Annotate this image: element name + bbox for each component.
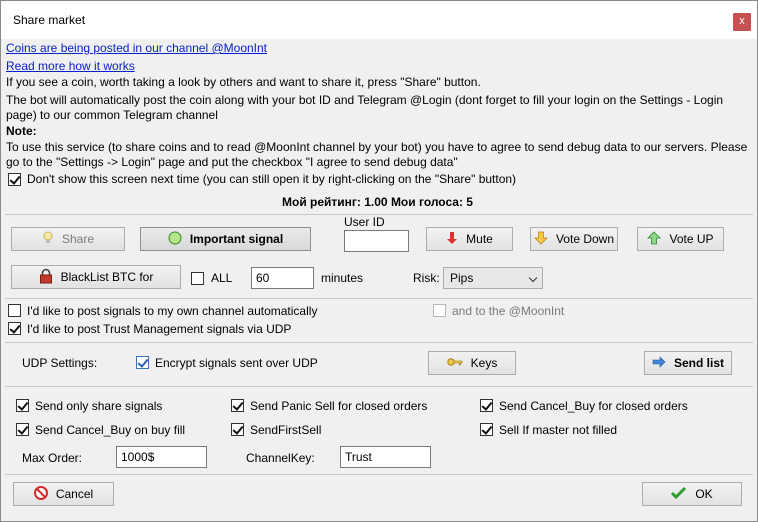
divider bbox=[5, 342, 753, 343]
bulb-icon bbox=[42, 231, 54, 248]
blacklist-label: BlackList BTC for bbox=[60, 270, 154, 284]
encrypt-checkbox[interactable] bbox=[136, 356, 149, 369]
share-label: Share bbox=[61, 232, 95, 246]
keys-label: Keys bbox=[470, 356, 498, 370]
green-circle-icon bbox=[168, 231, 182, 248]
vote-up-button[interactable]: Vote UP bbox=[637, 227, 724, 251]
key-icon bbox=[446, 356, 463, 371]
note-line-1: To use this service (to share coins and … bbox=[6, 140, 748, 154]
vote-up-label: Vote UP bbox=[669, 232, 714, 246]
arrow-down-yellow-icon bbox=[534, 231, 548, 248]
user-id-label: User ID bbox=[344, 215, 385, 229]
own-channel-label: I'd like to post signals to my own chann… bbox=[27, 304, 318, 318]
first-sell-checkbox[interactable] bbox=[231, 423, 244, 436]
max-order-input[interactable] bbox=[116, 446, 207, 468]
moonint-checkbox[interactable] bbox=[433, 304, 446, 317]
channel-key-input[interactable] bbox=[340, 446, 431, 468]
panic-sell-label: Send Panic Sell for closed orders bbox=[250, 399, 428, 413]
cancel-buy-fill-checkbox[interactable] bbox=[16, 423, 29, 436]
mute-button[interactable]: Mute bbox=[426, 227, 513, 251]
dont-show-checkbox[interactable] bbox=[8, 173, 21, 186]
vote-down-label: Vote Down bbox=[555, 232, 615, 246]
check-icon bbox=[671, 486, 687, 503]
divider bbox=[5, 474, 753, 475]
cancel-buy-fill-label: Send Cancel_Buy on buy fill bbox=[35, 423, 186, 437]
share-button[interactable]: Share bbox=[11, 227, 125, 251]
risk-select[interactable]: Pips bbox=[443, 267, 543, 289]
moonint-label: and to the @MoonInt bbox=[452, 304, 565, 318]
title-bar: Share market x bbox=[1, 1, 757, 39]
all-checkbox[interactable] bbox=[191, 272, 204, 285]
rating-text: Мой рейтинг: 1.00 Мои голоса: 5 bbox=[282, 195, 473, 209]
share-only-label: Send only share signals bbox=[35, 399, 163, 413]
ok-label: OK bbox=[695, 487, 713, 501]
window-title: Share market bbox=[13, 13, 86, 27]
info-line-1: If you see a coin, worth taking a look b… bbox=[6, 75, 481, 89]
own-channel-checkbox[interactable] bbox=[8, 304, 21, 317]
divider bbox=[5, 298, 753, 299]
close-icon: x bbox=[739, 15, 745, 27]
chevron-down-icon bbox=[528, 273, 538, 283]
sell-if-master-label: Sell If master not filled bbox=[499, 423, 618, 437]
sell-if-master-checkbox[interactable] bbox=[480, 423, 493, 436]
blacklist-button[interactable]: BlackList BTC for bbox=[11, 265, 181, 289]
channel-link[interactable]: Coins are being posted in our channel @M… bbox=[6, 41, 267, 56]
note-label: Note: bbox=[6, 124, 37, 138]
ok-button[interactable]: OK bbox=[642, 482, 742, 506]
udp-settings-label: UDP Settings: bbox=[22, 356, 98, 370]
arrow-down-red-icon bbox=[446, 231, 458, 248]
all-label: ALL bbox=[211, 271, 233, 285]
arrow-right-blue-icon bbox=[652, 355, 666, 371]
risk-label: Risk: bbox=[413, 271, 440, 285]
arrow-up-green-icon bbox=[647, 230, 662, 248]
vote-down-button[interactable]: Vote Down bbox=[530, 227, 618, 251]
trust-label: I'd like to post Trust Management signal… bbox=[27, 322, 292, 336]
send-list-label: Send list bbox=[673, 356, 724, 370]
important-signal-button[interactable]: Important signal bbox=[140, 227, 311, 251]
close-button[interactable]: x bbox=[733, 13, 751, 31]
keys-button[interactable]: Keys bbox=[428, 351, 516, 375]
risk-value: Pips bbox=[450, 271, 474, 285]
first-sell-label: SendFirstSell bbox=[250, 423, 322, 437]
cancel-buy-closed-label: Send Cancel_Buy for closed orders bbox=[499, 399, 688, 413]
encrypt-label: Encrypt signals sent over UDP bbox=[155, 356, 318, 370]
dont-show-label: Don't show this screen next time (you ca… bbox=[27, 172, 517, 186]
minutes-input[interactable] bbox=[251, 267, 314, 289]
lock-icon bbox=[39, 268, 53, 287]
send-list-button[interactable]: Send list bbox=[644, 351, 732, 375]
note-line-2: go to the "Settings -> Login" page and p… bbox=[6, 155, 458, 169]
important-signal-label: Important signal bbox=[189, 232, 284, 246]
share-only-checkbox[interactable] bbox=[16, 399, 29, 412]
minutes-label: minutes bbox=[321, 271, 364, 285]
no-entry-icon bbox=[33, 485, 48, 503]
cancel-label: Cancel bbox=[55, 487, 94, 501]
share-market-window: Share market x Coins are being posted in… bbox=[0, 0, 758, 522]
panic-sell-checkbox[interactable] bbox=[231, 399, 244, 412]
max-order-label: Max Order: bbox=[22, 451, 83, 465]
cancel-button[interactable]: Cancel bbox=[13, 482, 114, 506]
user-id-input[interactable] bbox=[344, 230, 409, 252]
trust-checkbox[interactable] bbox=[8, 322, 21, 335]
divider bbox=[5, 386, 753, 387]
info-line-3: page) to our common Telegram channel bbox=[6, 108, 218, 122]
mute-label: Mute bbox=[466, 232, 493, 246]
info-line-2: The bot will automatically post the coin… bbox=[6, 93, 724, 107]
cancel-buy-closed-checkbox[interactable] bbox=[480, 399, 493, 412]
read-more-link[interactable]: Read more how it works bbox=[6, 59, 135, 74]
channel-key-label: ChannelKey: bbox=[246, 451, 315, 465]
